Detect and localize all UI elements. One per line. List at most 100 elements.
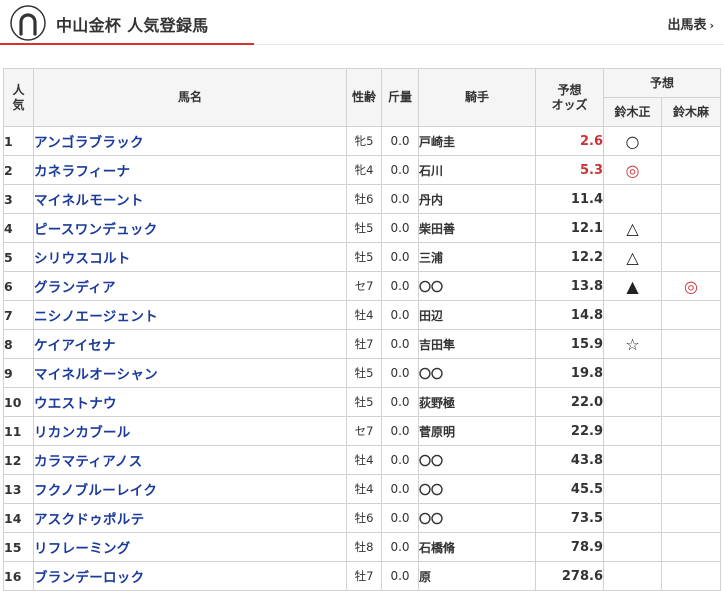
- horse-name-link[interactable]: アンゴラブラック: [34, 135, 144, 151]
- odds-cell: 12.1: [535, 213, 604, 243]
- prediction-mark-suzuki-tadashi: [603, 416, 662, 446]
- horse-name-link[interactable]: ニシノエージェント: [34, 309, 158, 325]
- table-row: 1 アンゴラブラック 牝5 0.0 戸崎圭 2.6 ○: [3, 126, 722, 156]
- rank-cell: 7: [3, 300, 34, 330]
- sex-age-cell: 牡7: [346, 561, 382, 591]
- prediction-mark-suzuki-asa: [660, 213, 722, 243]
- prediction-mark-suzuki-tadashi: △: [603, 213, 662, 243]
- horse-name-link[interactable]: ケイアイセナ: [34, 338, 116, 354]
- odds-cell: 12.2: [535, 242, 604, 272]
- jockey-cell: 石橋脩: [418, 532, 536, 562]
- rank-cell: 8: [3, 329, 34, 359]
- table-row: 8 ケイアイセナ 牡7 0.0 吉田隼 15.9 ☆: [3, 329, 722, 359]
- horse-name-link[interactable]: アスクドゥポルテ: [34, 512, 144, 528]
- rank-cell: 14: [3, 503, 34, 533]
- prediction-mark-suzuki-asa: [660, 242, 722, 272]
- table-row: 16 ブランデーロック 牡7 0.0 原 278.6: [3, 561, 722, 591]
- header-rank: 人気: [3, 68, 34, 127]
- prediction-mark-suzuki-tadashi: ○: [603, 126, 662, 156]
- prediction-mark-suzuki-tadashi: [603, 532, 662, 562]
- weight-cell: 0.0: [381, 329, 419, 359]
- horse-name-link[interactable]: マイネルオーシャン: [34, 367, 158, 383]
- horseshoe-icon: [10, 5, 46, 41]
- odds-cell: 278.6: [535, 561, 604, 591]
- horse-name-link[interactable]: ブランデーロック: [34, 570, 144, 586]
- jockey-cell: 原: [418, 561, 536, 591]
- prediction-mark-suzuki-asa: [660, 329, 722, 359]
- horse-cell: ケイアイセナ: [33, 329, 347, 359]
- weight-cell: 0.0: [381, 416, 419, 446]
- prediction-mark-suzuki-tadashi: [603, 445, 662, 475]
- horse-cell: マイネルモーント: [33, 184, 347, 214]
- sex-age-cell: 牡6: [346, 184, 382, 214]
- table-row: 4 ピースワンデュック 牡5 0.0 柴田善 12.1 △: [3, 213, 722, 243]
- odds-cell: 45.5: [535, 474, 604, 504]
- horse-name-link[interactable]: リカンカブール: [34, 425, 131, 441]
- weight-cell: 0.0: [381, 532, 419, 562]
- jockey-cell: 石川: [418, 155, 536, 185]
- entries-link[interactable]: 出馬表 ›: [667, 14, 714, 33]
- sex-age-cell: 牡7: [346, 329, 382, 359]
- table-row: 10 ウエストナウ 牡5 0.0 荻野極 22.0: [3, 387, 722, 417]
- horse-cell: アンゴラブラック: [33, 126, 347, 156]
- horse-name-link[interactable]: フクノブルーレイク: [34, 483, 157, 499]
- prediction-mark-suzuki-asa: [660, 416, 722, 446]
- prediction-mark-suzuki-asa: [660, 503, 722, 533]
- header-yoso: 予想: [602, 68, 722, 98]
- horse-cell: ウエストナウ: [33, 387, 347, 417]
- rank-cell: 5: [3, 242, 34, 272]
- chevron-right-icon: ›: [709, 19, 714, 32]
- jockey-cell: 田辺: [418, 300, 536, 330]
- weight-cell: 0.0: [381, 561, 419, 591]
- table-row: 13 フクノブルーレイク 牡4 0.0 〇〇 45.5: [3, 474, 722, 504]
- horse-name-link[interactable]: カネラフィーナ: [34, 164, 130, 180]
- header-sex-age: 性齢: [346, 68, 382, 127]
- prediction-mark-suzuki-tadashi: [603, 503, 662, 533]
- prediction-mark-suzuki-tadashi: [603, 561, 662, 591]
- horse-name-link[interactable]: シリウスコルト: [34, 251, 131, 267]
- odds-cell: 78.9: [535, 532, 604, 562]
- horse-name-link[interactable]: ピースワンデュック: [34, 222, 158, 238]
- horse-name-link[interactable]: ウエストナウ: [34, 396, 117, 412]
- horse-name-link[interactable]: カラマティアノス: [34, 454, 142, 470]
- jockey-cell: 丹内: [418, 184, 536, 214]
- odds-cell: 13.8: [535, 271, 604, 301]
- header-yoso-suzuki-tadashi: 鈴木正: [603, 97, 662, 127]
- weight-cell: 0.0: [381, 126, 419, 156]
- prediction-mark-suzuki-tadashi: [603, 358, 662, 388]
- jockey-cell: 荻野極: [418, 387, 536, 417]
- horse-cell: アスクドゥポルテ: [33, 503, 347, 533]
- sex-age-cell: セ7: [346, 416, 382, 446]
- jockey-cell: 〇〇: [418, 271, 536, 301]
- table-row: 11 リカンカブール セ7 0.0 菅原明 22.9: [3, 416, 722, 446]
- horse-cell: カネラフィーナ: [33, 155, 347, 185]
- prediction-mark-suzuki-asa: [660, 155, 722, 185]
- prediction-mark-suzuki-tadashi: ☆: [603, 329, 662, 359]
- page-header: 中山金杯 人気登録馬 出馬表 ›: [0, 0, 724, 48]
- jockey-cell: 菅原明: [418, 416, 536, 446]
- table-row: 7 ニシノエージェント 牡4 0.0 田辺 14.8: [3, 300, 722, 330]
- sex-age-cell: 牡4: [346, 474, 382, 504]
- rank-cell: 9: [3, 358, 34, 388]
- sex-age-cell: 牡5: [346, 213, 382, 243]
- horse-cell: マイネルオーシャン: [33, 358, 347, 388]
- prediction-mark-suzuki-tadashi: [603, 184, 662, 214]
- prediction-mark-suzuki-asa: [660, 561, 722, 591]
- sex-age-cell: 牝5: [346, 126, 382, 156]
- rank-cell: 10: [3, 387, 34, 417]
- horse-name-link[interactable]: グランディア: [34, 280, 116, 296]
- horse-cell: ニシノエージェント: [33, 300, 347, 330]
- title-underline: [0, 43, 254, 45]
- prediction-mark-suzuki-asa: [660, 358, 722, 388]
- header-horse: 馬名: [33, 68, 347, 127]
- horse-cell: カラマティアノス: [33, 445, 347, 475]
- horse-name-link[interactable]: リフレーミング: [34, 541, 131, 557]
- prediction-mark-suzuki-asa: [660, 184, 722, 214]
- prediction-mark-suzuki-asa: [660, 532, 722, 562]
- prediction-mark-suzuki-tadashi: ◎: [603, 155, 662, 185]
- prediction-mark-suzuki-asa: [660, 474, 722, 504]
- sex-age-cell: 牡4: [346, 445, 382, 475]
- odds-cell: 73.5: [535, 503, 604, 533]
- horse-name-link[interactable]: マイネルモーント: [34, 193, 144, 209]
- sex-age-cell: 牝4: [346, 155, 382, 185]
